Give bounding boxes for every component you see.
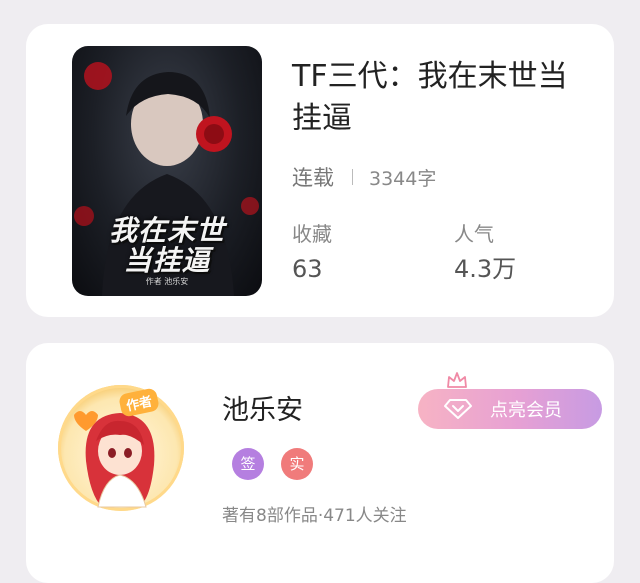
author-description: 著有8部作品·471人关注 [222, 506, 407, 526]
book-info-card: 我在末世 当挂逼 作者 池乐安 TF三代：我在末世当挂逼 连载 3344字 收藏… [26, 24, 614, 317]
favorites-stat: 收藏 63 [292, 220, 332, 286]
popularity-value: 4.3万 [454, 255, 517, 283]
activate-vip-button[interactable]: 点亮会员 [418, 389, 602, 429]
verified-badge: 实 [281, 448, 313, 480]
diamond-icon [444, 399, 472, 419]
book-cover[interactable]: 我在末世 当挂逼 作者 池乐安 [72, 46, 262, 296]
signed-badge: 签 [232, 448, 264, 480]
word-count: 3344字 [369, 167, 437, 190]
book-status: 连载 [292, 166, 334, 190]
popularity-label: 人气 [454, 222, 494, 246]
cover-subtitle: 作者 池乐安 [145, 277, 189, 286]
favorites-label: 收藏 [292, 222, 332, 246]
cover-title: 我在末世 当挂逼 [108, 214, 225, 277]
meta-divider [352, 169, 353, 185]
vip-button-label: 点亮会员 [490, 400, 562, 421]
crown-icon [447, 372, 467, 388]
author-card: 作者 池乐安 签 实 著有8部作品·471人关注 点亮会员 [26, 343, 614, 583]
favorites-value: 63 [292, 255, 323, 283]
author-avatar[interactable]: 作者 [54, 375, 194, 515]
author-name[interactable]: 池乐安 [222, 388, 303, 427]
book-meta: 连载 3344字 [292, 163, 436, 191]
book-title: TF三代：我在末世当挂逼 [292, 59, 568, 136]
popularity-stat: 人气 4.3万 [454, 220, 516, 286]
